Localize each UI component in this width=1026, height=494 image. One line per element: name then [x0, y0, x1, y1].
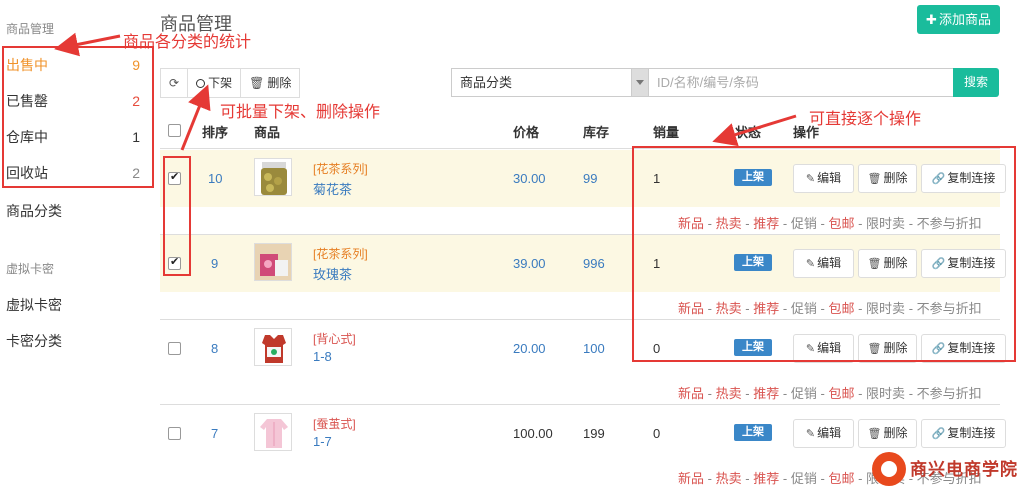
watermark: 商兴电商学院 [872, 452, 1022, 490]
annotation-batch-ops: 可批量下架、删除操作 [220, 104, 381, 121]
annotation-arrows [54, 32, 797, 151]
watermark-logo-icon [872, 452, 906, 486]
annotation-category-stats: 商品各分类的统计 [123, 34, 252, 51]
annotation-direct-ops: 可直接逐个操作 [809, 111, 922, 128]
watermark-text: 商兴电商学院 [910, 460, 1018, 480]
